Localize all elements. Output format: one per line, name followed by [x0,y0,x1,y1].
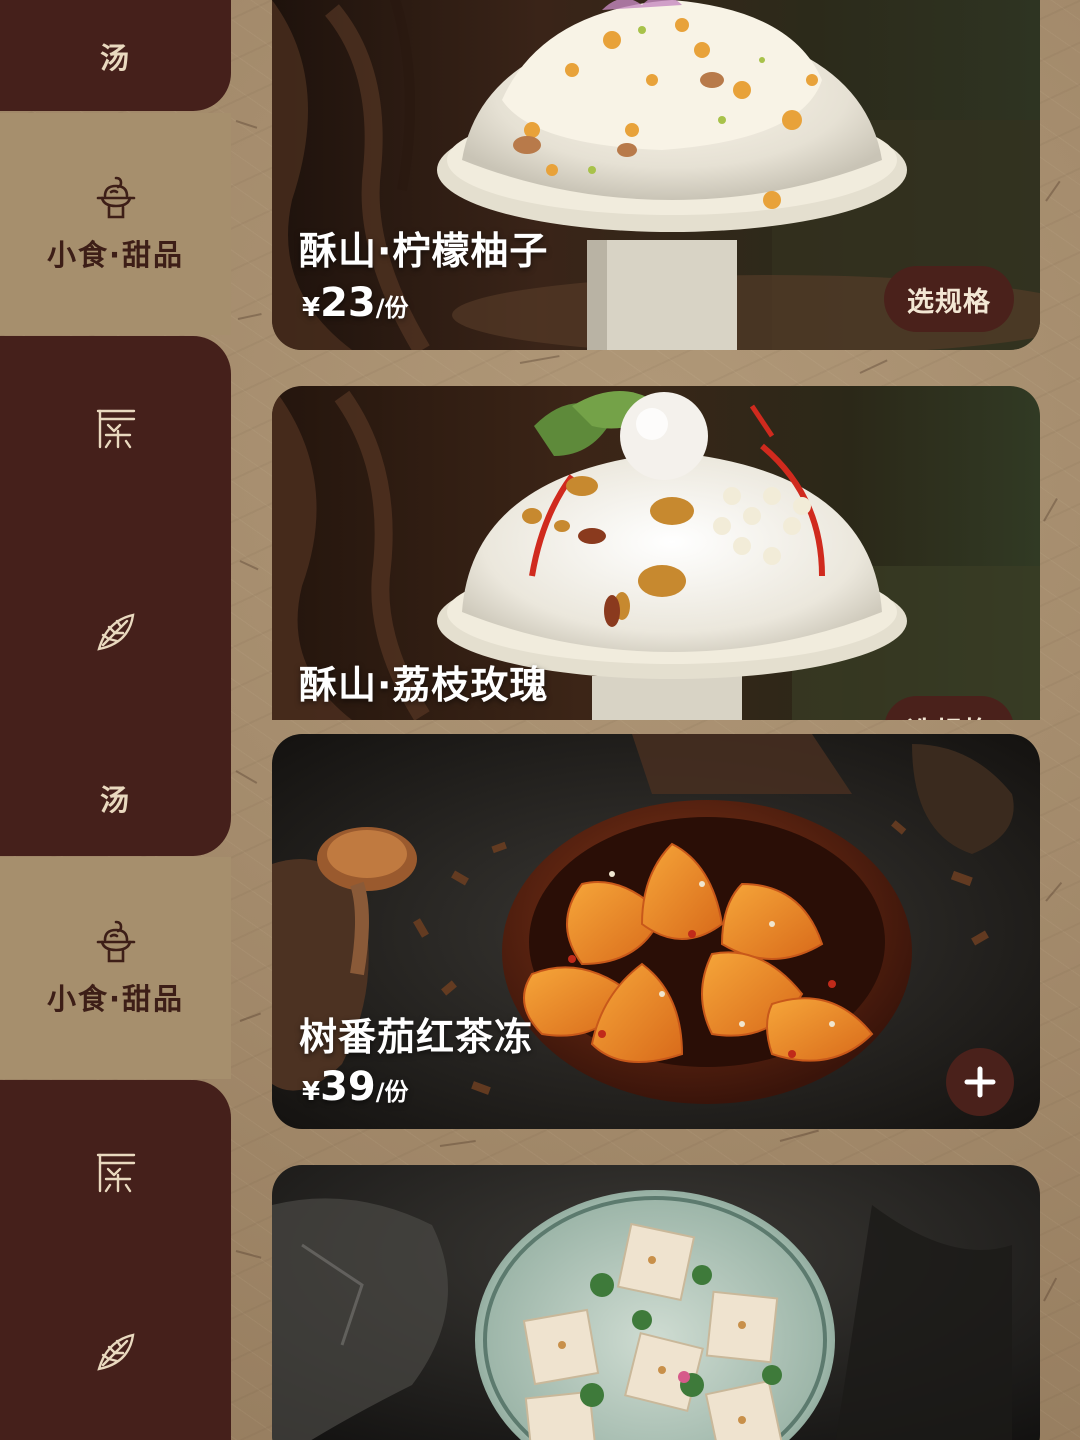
leaf-icon [96,1333,134,1371]
dish-name: 酥山·荔枝玫瑰 [299,663,549,707]
price-currency: ¥ [302,293,321,323]
menu-item-card[interactable]: 树番茄红茶冻 ¥39/份 [272,734,1040,1129]
dish-price: ¥39/份 [302,1064,409,1110]
menu-item-card[interactable] [272,1165,1040,1440]
sidebar-item-label: 小食·甜品 [46,238,185,272]
sidebar-item-soup[interactable]: 汤 [0,0,231,111]
price-unit: /份 [375,1078,409,1106]
menu-item-card[interactable]: 酥山·荔枝玫瑰 选规格 [272,386,1040,720]
dessert-icon [96,920,135,963]
sidebar-item-drinks[interactable] [0,1264,231,1440]
sidebar-item-drinks[interactable] [0,520,231,744]
sidebar-item-tea[interactable] [0,1080,231,1266]
leaf-icon [96,613,134,651]
plus-icon [964,1066,996,1098]
price-value: 23 [320,280,376,326]
sidebar-item-soup[interactable]: 汤 [0,740,231,856]
add-to-cart-button[interactable] [946,1048,1014,1116]
sidebar-item-label: 小食·甜品 [46,982,185,1016]
dish-name: 酥山·柠檬柚子 [299,229,549,273]
sidebar-item-snacks-desserts[interactable]: 小食·甜品 [0,857,231,1079]
category-sidebar: 汤 小食·甜品 汤 小食·甜品 [0,0,231,1440]
tea-icon [96,409,135,449]
price-value: 39 [320,1064,376,1110]
dessert-icon [96,176,135,219]
select-spec-button[interactable]: 选规格 [884,266,1014,332]
price-currency: ¥ [302,1077,321,1107]
menu-item-card[interactable]: 酥山·柠檬柚子 ¥23/份 选规格 [272,0,1040,350]
sidebar-item-label: 汤 [99,783,131,817]
dish-price: ¥23/份 [302,280,409,326]
sidebar-item-snacks-desserts[interactable]: 小食·甜品 [0,113,231,335]
select-spec-button[interactable]: 选规格 [884,696,1014,720]
dish-photo [272,1165,1040,1440]
tea-icon [96,1153,135,1193]
sidebar-item-label: 汤 [99,40,131,75]
price-unit: /份 [375,294,409,322]
sidebar-item-tea[interactable] [0,336,231,522]
dish-name: 树番茄红茶冻 [299,1015,534,1059]
